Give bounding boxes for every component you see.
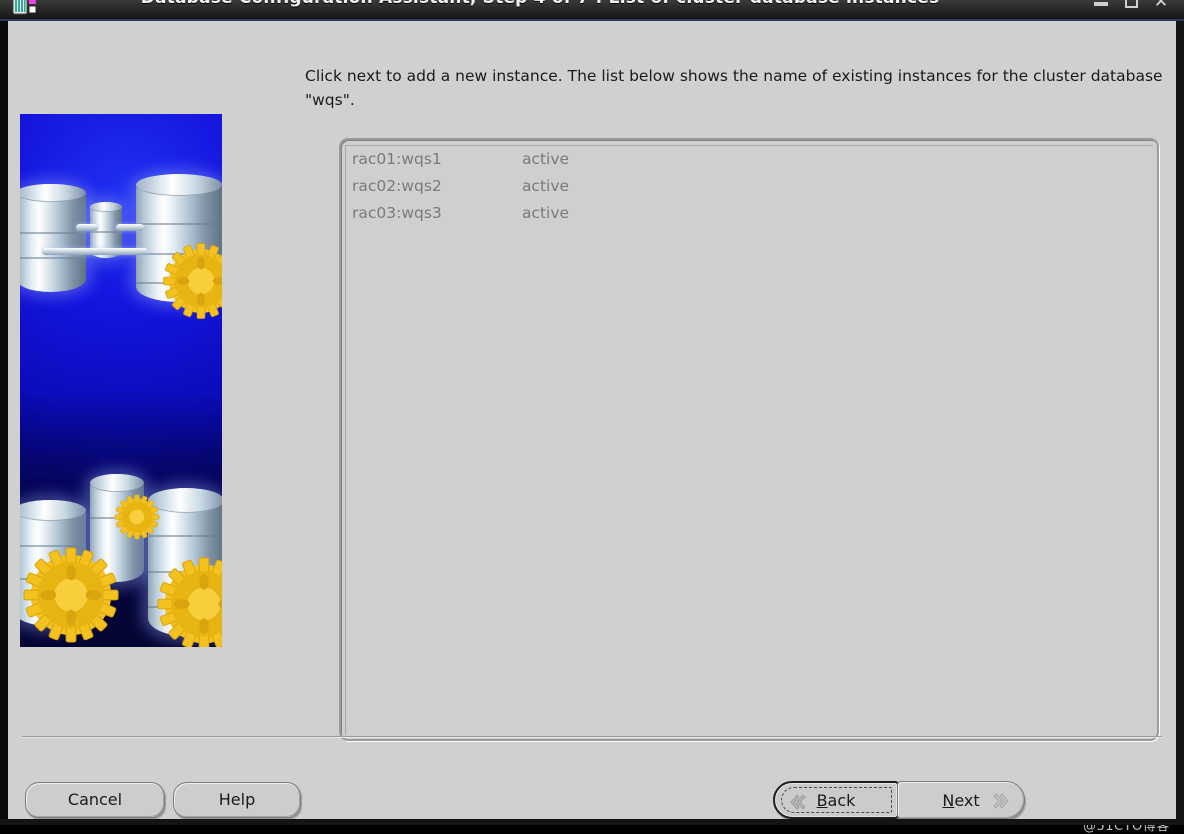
table-row[interactable]: rac01:wqs1 active xyxy=(346,146,1153,173)
help-button[interactable]: Help xyxy=(173,782,301,818)
minimize-button[interactable] xyxy=(1088,0,1114,13)
gear-bottom-left-icon xyxy=(22,546,120,644)
cluster-database-graphic xyxy=(20,114,222,647)
pipe-top-c xyxy=(42,248,148,255)
back-mnemonic: B xyxy=(816,790,828,810)
window-frame: Click next to add a new instance. The li… xyxy=(0,21,1184,834)
pipe-top-a xyxy=(76,224,98,231)
back-label-rest: ack xyxy=(827,790,856,810)
window-right-edge xyxy=(1176,21,1184,825)
table-row[interactable]: rac03:wqs3 active xyxy=(346,200,1153,227)
instance-name: rac03:wqs3 xyxy=(352,204,442,222)
instance-name: rac02:wqs2 xyxy=(352,177,442,195)
instance-name: rac01:wqs1 xyxy=(352,150,442,168)
chevron-left-double-icon xyxy=(787,791,809,813)
back-button[interactable]: Back xyxy=(773,781,899,819)
window-title: Database Configuration Assistant, Step 4… xyxy=(0,0,1080,8)
instruction-text: Click next to add a new instance. The li… xyxy=(305,67,1163,109)
next-button-label: Next xyxy=(942,791,979,810)
instance-list[interactable]: rac01:wqs1 active rac02:wqs2 active rac0… xyxy=(345,145,1153,735)
instance-status: active xyxy=(521,150,570,168)
next-button[interactable]: Next xyxy=(897,781,1025,819)
next-label-rest: ext xyxy=(954,790,980,810)
navigation-button-group: Back Next xyxy=(773,781,1025,819)
pipe-top-b xyxy=(116,224,144,231)
table-row[interactable]: rac02:wqs2 active xyxy=(346,173,1153,200)
instance-status: active xyxy=(521,204,570,222)
maximize-button[interactable] xyxy=(1118,0,1144,13)
title-bar[interactable]: Database Configuration Assistant, Step 4… xyxy=(0,0,1184,21)
gear-bottom-right-icon xyxy=(156,556,222,647)
instance-status: active xyxy=(521,177,570,195)
back-button-label: Back xyxy=(817,791,856,810)
button-bar-separator xyxy=(22,736,1162,738)
chevron-right-double-icon xyxy=(990,790,1012,812)
application-window: Database Configuration Assistant, Step 4… xyxy=(0,0,1184,834)
gear-small-icon xyxy=(114,494,160,540)
instance-list-panel[interactable]: rac01:wqs1 active rac02:wqs2 active rac0… xyxy=(339,138,1159,741)
next-mnemonic: N xyxy=(942,790,955,810)
window-bottom-edge xyxy=(0,819,1184,825)
cancel-button[interactable]: Cancel xyxy=(25,782,165,818)
gear-top-icon xyxy=(162,242,222,320)
dialog-client-area: Click next to add a new instance. The li… xyxy=(8,21,1176,834)
db-cylinder-top-left xyxy=(20,184,86,292)
close-button[interactable]: ✕ xyxy=(1148,0,1174,13)
